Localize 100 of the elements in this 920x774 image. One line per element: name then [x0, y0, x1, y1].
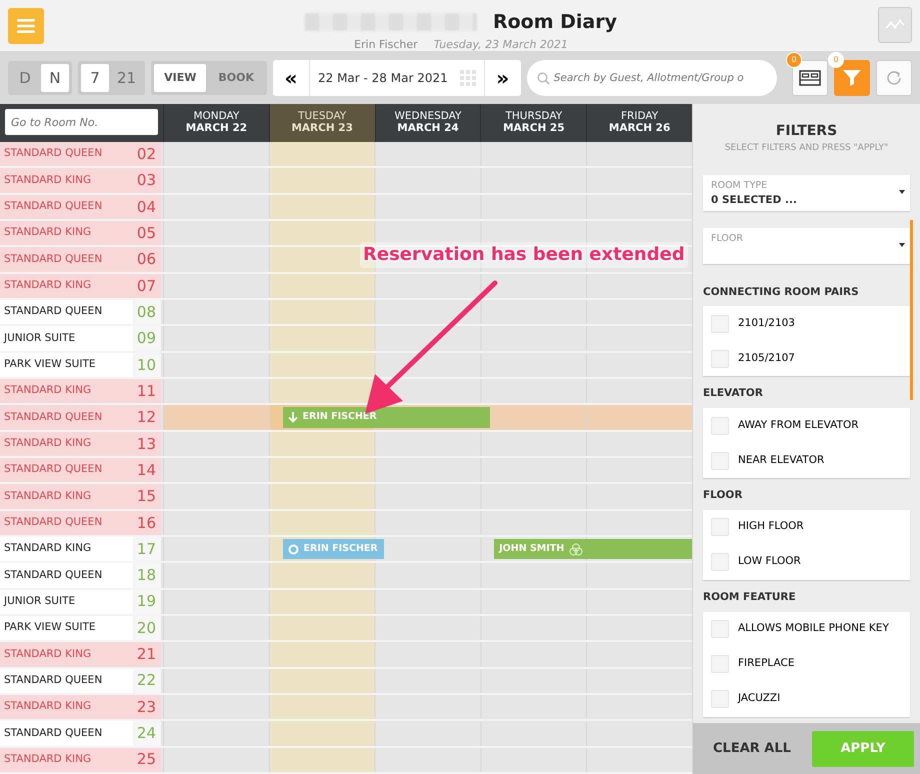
filter-option[interactable]: 2101/2103 [703, 306, 910, 342]
checkbox[interactable] [711, 314, 729, 333]
group-title: ROOM FEATURE [703, 590, 797, 605]
filter-option[interactable]: FIREPLACE [703, 646, 910, 682]
room-number: 02 [133, 142, 163, 166]
room-number: 16 [133, 510, 163, 535]
room-type: PARK VIEW SUITE [0, 352, 133, 377]
caret-icon [899, 190, 905, 194]
menu-icon [17, 18, 35, 34]
checkbox[interactable] [711, 690, 729, 708]
weekday-label: MONDAY [192, 110, 240, 122]
room-number: 12 [133, 405, 163, 430]
room-number: 04 [133, 194, 163, 219]
filter-option[interactable]: AWAY FROM ELEVATOR [703, 408, 910, 443]
room-type: STANDARD KING [0, 432, 133, 456]
room-number: 21 [133, 642, 163, 667]
date-label: MARCH 23 [290, 122, 354, 134]
room-type: STANDARD KING [0, 274, 133, 298]
checkbox[interactable] [711, 350, 729, 368]
count-badge: 0 [828, 52, 844, 68]
weekday-label: TUESDAY [297, 110, 348, 122]
panel-title: FILTERS [774, 122, 838, 141]
room-type: STANDARD KING [0, 748, 133, 772]
bed-icon [799, 70, 821, 86]
room-type: STANDARD KING [0, 642, 133, 667]
room-number: 03 [133, 168, 163, 193]
weekday-label: WEDNESDAY [394, 110, 462, 122]
room-type: STANDARD QUEEN [0, 510, 133, 535]
room-type: STANDARD QUEEN [0, 563, 133, 588]
room-number: 22 [133, 668, 163, 693]
room-type: STANDARD QUEEN [0, 194, 133, 219]
chart-button[interactable] [878, 7, 912, 43]
clear-all-button[interactable]: CLEAR ALL [707, 738, 797, 760]
room-type: STANDARD KING [0, 378, 133, 404]
date-label: MARCH 26 [608, 122, 672, 134]
calendar-row[interactable] [163, 378, 692, 404]
annotation-text: Reservation has been extended [363, 244, 685, 265]
room-type: JUNIOR SUITE [0, 326, 133, 351]
filter-option[interactable]: ALLOWS MOBILE PHONE KEY [703, 612, 910, 646]
filter-option[interactable]: HIGH FLOOR [703, 510, 910, 545]
room-number: 08 [133, 300, 163, 324]
group-title: CONNECTING ROOM PAIRS [703, 284, 860, 300]
user-name: Erin Fischer [354, 36, 418, 52]
room-search-field[interactable]: Go to Room No. [5, 109, 158, 135]
room-type: PARK VIEW SUITE [0, 616, 133, 640]
weekday-label: FRIDAY [620, 110, 660, 122]
room-number: 24 [133, 721, 163, 746]
calendar-row[interactable] [163, 247, 692, 272]
room-type: STANDARD KING [0, 168, 133, 193]
room-type: JUNIOR SUITE [0, 590, 133, 614]
ring-icon [288, 544, 299, 555]
checkbox[interactable] [711, 452, 729, 470]
filter-option[interactable]: 2105/2107 [703, 341, 910, 376]
weekday-label: THURSDAY [504, 110, 564, 122]
checkbox[interactable] [711, 553, 729, 572]
room-type: STANDARD QUEEN [0, 721, 133, 746]
panel-subtitle: SELECT FILTERS AND PRESS "APPLY" [724, 142, 890, 155]
refresh-icon [885, 69, 903, 87]
checkbox[interactable] [711, 518, 729, 536]
room-number: 11 [133, 378, 163, 404]
menu-button[interactable] [8, 8, 44, 44]
room-number: 19 [133, 590, 163, 614]
caret-icon [899, 242, 905, 246]
room-number: 05 [133, 220, 163, 246]
checkbox[interactable] [711, 416, 729, 434]
room-type: STANDARD KING [0, 484, 133, 509]
filter-icon [842, 68, 862, 88]
range-toggle[interactable]: 7 [81, 64, 109, 92]
filter-option[interactable]: NEAR ELEVATOR [703, 443, 910, 478]
down-arrow-icon [288, 412, 298, 423]
checkbox[interactable] [711, 655, 729, 673]
filter-option[interactable]: LOW FLOOR [703, 544, 910, 580]
room-type: STANDARD QUEEN [0, 300, 133, 324]
refresh-button[interactable] [876, 60, 912, 96]
mode-toggle[interactable]: VIEW [154, 64, 206, 92]
current-date: Tuesday, 23 March 2021 [434, 36, 568, 52]
room-number: 17 [133, 536, 163, 562]
checkbox[interactable] [711, 620, 729, 638]
room-number: 25 [133, 748, 163, 772]
dropdown-field[interactable]: ROOM TYPE 0 SELECTED ... [703, 174, 910, 210]
room-number: 20 [133, 616, 163, 640]
search-field[interactable]: Search by Guest, Allotment/Group o [526, 60, 777, 96]
circles-icon [569, 542, 584, 556]
room-number: 07 [133, 274, 163, 298]
room-type: STANDARD KING [0, 536, 133, 562]
date-label: MARCH 24 [396, 122, 460, 134]
room-number: 15 [133, 484, 163, 509]
grid-icon [460, 70, 476, 86]
page-title: Room Diary [492, 10, 617, 35]
group-title: ELEVATOR [703, 386, 764, 402]
shift-toggle[interactable]: N [41, 64, 69, 92]
room-number: 13 [133, 432, 163, 456]
room-type: STANDARD KING [0, 220, 133, 246]
room-type: STANDARD QUEEN [0, 668, 133, 693]
room-number: 23 [133, 694, 163, 720]
filter-option[interactable]: JACUZZI [703, 682, 910, 716]
room-type: STANDARD KING [0, 694, 133, 720]
line-chart-icon [884, 19, 905, 31]
room-type: STANDARD QUEEN [0, 458, 133, 482]
count-badge: 0 [786, 52, 802, 68]
